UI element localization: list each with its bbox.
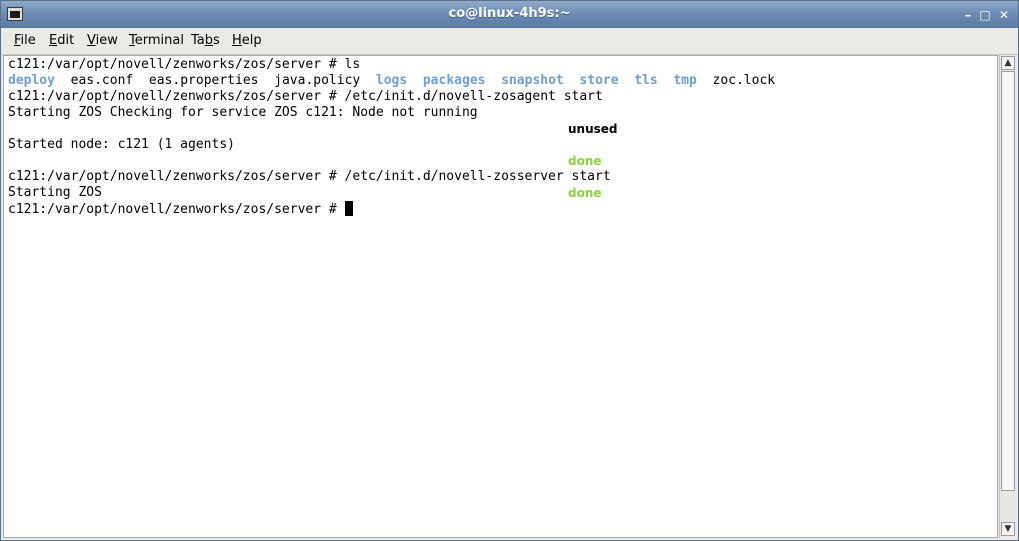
text-cursor [344, 201, 353, 216]
maximize-icon[interactable]: □ [977, 7, 993, 23]
ls-entry-dir: logs [375, 73, 408, 88]
scrollbar-thumb[interactable] [1001, 71, 1015, 491]
ls-entry-dir: tls [634, 73, 658, 88]
title-bar[interactable]: co@linux-4h9s:~ – □ ✕ [1, 1, 1018, 28]
output-text: Started node: c121 (1 agents) [8, 137, 235, 152]
status-done: done [568, 154, 602, 168]
status-done: done [568, 186, 602, 200]
menu-terminal[interactable]: Terminal [129, 33, 184, 48]
terminal-output[interactable]: c121:/var/opt/novell/zenworks/zos/server… [3, 55, 998, 538]
menu-bar: File Edit View Terminal Tabs Help [1, 28, 1018, 55]
menu-view[interactable]: View [87, 33, 118, 48]
ls-entry-file: eas.properties [148, 73, 259, 88]
menu-tabs-label: s [213, 33, 220, 48]
ls-entry-file: zoc.lock [712, 73, 776, 88]
window-title: co@linux-4h9s:~ [448, 6, 571, 21]
menu-help-label: elp [241, 33, 262, 48]
command: /etc/init.d/novell-zosserver start [344, 169, 611, 184]
menu-edit-accel: E [49, 33, 58, 48]
terminal-window: co@linux-4h9s:~ – □ ✕ File Edit View Ter… [0, 0, 1019, 541]
terminal-line: c121:/var/opt/novell/zenworks/zos/server… [8, 169, 611, 185]
menu-view-accel: V [87, 33, 96, 48]
output-text: Starting ZOS [8, 185, 102, 200]
menu-edit-label: dit [57, 33, 75, 48]
terminal-line: Starting ZOS [8, 185, 102, 201]
status-unused: unused [568, 122, 618, 136]
menu-view-label: iew [95, 33, 118, 48]
ls-entry-dir: store [579, 73, 619, 88]
minimize-icon[interactable]: – [960, 7, 976, 23]
ls-entry-dir: snapshot [501, 73, 564, 88]
prompt: c121:/var/opt/novell/zenworks/zos/server… [8, 202, 345, 217]
terminal-line: Starting ZOS Checking for service ZOS c1… [8, 105, 478, 121]
scroll-down-icon[interactable]: ▼ [1001, 522, 1015, 536]
terminal-line: c121:/var/opt/novell/zenworks/zos/server… [8, 201, 353, 217]
terminal-line: Started node: c121 (1 agents) [8, 137, 235, 153]
ls-entry-dir: deploy [8, 73, 55, 88]
menu-file[interactable]: File [14, 33, 36, 48]
menu-terminal-label: erminal [134, 33, 184, 48]
menu-tabs-accel: b [204, 33, 214, 48]
prompt: c121:/var/opt/novell/zenworks/zos/server… [8, 89, 345, 104]
prompt: c121:/var/opt/novell/zenworks/zos/server… [8, 169, 345, 184]
prompt: c121:/var/opt/novell/zenworks/zos/server… [8, 57, 345, 72]
ls-entry-file: java.policy [274, 73, 361, 88]
menu-tabs-pre: Ta [191, 33, 205, 48]
close-icon[interactable]: ✕ [996, 7, 1012, 23]
menu-tabs[interactable]: Tabs [191, 33, 220, 48]
ls-entry-dir: tmp [673, 73, 697, 88]
terminal-line: deploy eas.conf eas.properties java.poli… [8, 73, 775, 89]
ls-entry-dir: packages [422, 73, 486, 88]
menu-file-label: ile [20, 33, 36, 48]
terminal-line: c121:/var/opt/novell/zenworks/zos/server… [8, 57, 360, 73]
menu-edit[interactable]: Edit [49, 33, 74, 48]
output-text: Starting ZOS Checking for service ZOS c1… [8, 105, 478, 120]
command: /etc/init.d/novell-zosagent start [344, 89, 603, 104]
menu-help[interactable]: Help [232, 33, 262, 48]
scroll-up-icon[interactable]: ▲ [1001, 56, 1015, 70]
terminal-line: c121:/var/opt/novell/zenworks/zos/server… [8, 89, 603, 105]
ls-entry-file: eas.conf [70, 73, 134, 88]
command: ls [344, 57, 361, 72]
menu-help-accel: H [232, 33, 242, 48]
vertical-scrollbar[interactable]: ▲ ▼ [999, 55, 1016, 538]
